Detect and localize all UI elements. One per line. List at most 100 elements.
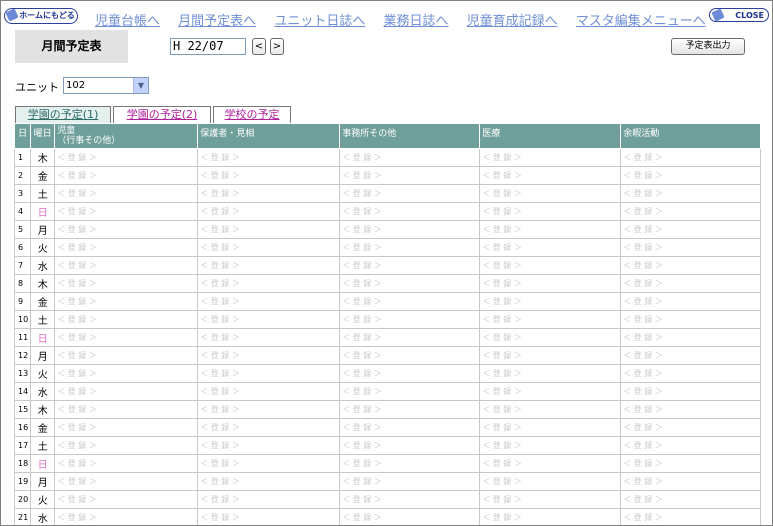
register-link[interactable]: ＜ 登 録 ＞ [342,315,382,324]
register-link[interactable]: ＜ 登 録 ＞ [200,189,240,198]
register-link[interactable]: ＜ 登 録 ＞ [57,171,97,180]
register-link[interactable]: ＜ 登 録 ＞ [342,351,382,360]
register-link[interactable]: ＜ 登 録 ＞ [623,333,663,342]
chevron-down-icon[interactable]: ▼ [133,78,148,93]
register-link[interactable]: ＜ 登 録 ＞ [57,477,97,486]
register-link[interactable]: ＜ 登 録 ＞ [342,189,382,198]
register-link[interactable]: ＜ 登 録 ＞ [342,333,382,342]
register-link[interactable]: ＜ 登 録 ＞ [482,369,522,378]
register-link[interactable]: ＜ 登 録 ＞ [482,405,522,414]
next-month-button[interactable]: > [270,38,284,55]
register-link[interactable]: ＜ 登 録 ＞ [342,279,382,288]
register-link[interactable]: ＜ 登 録 ＞ [200,405,240,414]
register-link[interactable]: ＜ 登 録 ＞ [342,369,382,378]
register-link[interactable]: ＜ 登 録 ＞ [57,513,97,522]
home-button[interactable]: ホームにもどる [4,8,78,24]
register-link[interactable]: ＜ 登 録 ＞ [482,423,522,432]
nav-link-monthly-schedule[interactable]: 月間予定表へ [178,14,256,29]
print-schedule-button[interactable]: 予定表出力 [671,38,745,55]
register-link[interactable]: ＜ 登 録 ＞ [342,297,382,306]
register-link[interactable]: ＜ 登 録 ＞ [623,441,663,450]
register-link[interactable]: ＜ 登 録 ＞ [200,243,240,252]
register-link[interactable]: ＜ 登 録 ＞ [200,261,240,270]
register-link[interactable]: ＜ 登 録 ＞ [57,333,97,342]
register-link[interactable]: ＜ 登 録 ＞ [200,171,240,180]
register-link[interactable]: ＜ 登 録 ＞ [200,477,240,486]
register-link[interactable]: ＜ 登 録 ＞ [623,423,663,432]
register-link[interactable]: ＜ 登 録 ＞ [342,477,382,486]
register-link[interactable]: ＜ 登 録 ＞ [57,441,97,450]
register-link[interactable]: ＜ 登 録 ＞ [57,405,97,414]
register-link[interactable]: ＜ 登 録 ＞ [623,477,663,486]
register-link[interactable]: ＜ 登 録 ＞ [342,423,382,432]
period-field[interactable]: H 22/07 [170,38,246,55]
register-link[interactable]: ＜ 登 録 ＞ [482,207,522,216]
register-link[interactable]: ＜ 登 録 ＞ [623,243,663,252]
register-link[interactable]: ＜ 登 録 ＞ [200,351,240,360]
register-link[interactable]: ＜ 登 録 ＞ [482,297,522,306]
register-link[interactable]: ＜ 登 録 ＞ [57,387,97,396]
register-link[interactable]: ＜ 登 録 ＞ [200,207,240,216]
register-link[interactable]: ＜ 登 録 ＞ [200,333,240,342]
register-link[interactable]: ＜ 登 録 ＞ [623,297,663,306]
unit-select[interactable]: 102 ▼ [63,77,149,94]
register-link[interactable]: ＜ 登 録 ＞ [482,261,522,270]
register-link[interactable]: ＜ 登 録 ＞ [57,261,97,270]
tab-school-schedule-2[interactable]: 学園の予定(2) [113,106,211,123]
register-link[interactable]: ＜ 登 録 ＞ [623,315,663,324]
register-link[interactable]: ＜ 登 録 ＞ [57,459,97,468]
register-link[interactable]: ＜ 登 録 ＞ [200,387,240,396]
register-link[interactable]: ＜ 登 録 ＞ [200,297,240,306]
register-link[interactable]: ＜ 登 録 ＞ [623,495,663,504]
register-link[interactable]: ＜ 登 録 ＞ [342,207,382,216]
register-link[interactable]: ＜ 登 録 ＞ [57,243,97,252]
register-link[interactable]: ＜ 登 録 ＞ [342,153,382,162]
register-link[interactable]: ＜ 登 録 ＞ [623,207,663,216]
register-link[interactable]: ＜ 登 録 ＞ [623,153,663,162]
register-link[interactable]: ＜ 登 録 ＞ [482,477,522,486]
register-link[interactable]: ＜ 登 録 ＞ [623,225,663,234]
register-link[interactable]: ＜ 登 録 ＞ [200,153,240,162]
register-link[interactable]: ＜ 登 録 ＞ [623,279,663,288]
register-link[interactable]: ＜ 登 録 ＞ [57,207,97,216]
register-link[interactable]: ＜ 登 録 ＞ [482,189,522,198]
register-link[interactable]: ＜ 登 録 ＞ [342,459,382,468]
register-link[interactable]: ＜ 登 録 ＞ [200,513,240,522]
register-link[interactable]: ＜ 登 録 ＞ [57,351,97,360]
register-link[interactable]: ＜ 登 録 ＞ [482,351,522,360]
nav-link-master-menu[interactable]: マスタ編集メニューへ [576,14,706,29]
register-link[interactable]: ＜ 登 録 ＞ [482,495,522,504]
register-link[interactable]: ＜ 登 録 ＞ [57,369,97,378]
register-link[interactable]: ＜ 登 録 ＞ [482,459,522,468]
register-link[interactable]: ＜ 登 録 ＞ [57,495,97,504]
register-link[interactable]: ＜ 登 録 ＞ [342,243,382,252]
register-link[interactable]: ＜ 登 録 ＞ [482,333,522,342]
register-link[interactable]: ＜ 登 録 ＞ [342,513,382,522]
nav-link-unit-diary[interactable]: ユニット日誌へ [274,14,365,29]
register-link[interactable]: ＜ 登 録 ＞ [482,225,522,234]
register-link[interactable]: ＜ 登 録 ＞ [200,315,240,324]
nav-link-growth-record[interactable]: 児童育成記録へ [467,14,558,29]
register-link[interactable]: ＜ 登 録 ＞ [200,225,240,234]
nav-link-child-register[interactable]: 児童台帳へ [95,14,160,29]
prev-month-button[interactable]: < [252,38,266,55]
register-link[interactable]: ＜ 登 録 ＞ [623,189,663,198]
register-link[interactable]: ＜ 登 録 ＞ [623,405,663,414]
register-link[interactable]: ＜ 登 録 ＞ [482,315,522,324]
register-link[interactable]: ＜ 登 録 ＞ [200,369,240,378]
register-link[interactable]: ＜ 登 録 ＞ [623,387,663,396]
register-link[interactable]: ＜ 登 録 ＞ [342,441,382,450]
register-link[interactable]: ＜ 登 録 ＞ [342,171,382,180]
register-link[interactable]: ＜ 登 録 ＞ [623,369,663,378]
register-link[interactable]: ＜ 登 録 ＞ [623,351,663,360]
register-link[interactable]: ＜ 登 録 ＞ [200,441,240,450]
close-button[interactable]: CLOSE [709,8,769,22]
register-link[interactable]: ＜ 登 録 ＞ [200,423,240,432]
tab-school-external[interactable]: 学校の予定 [213,106,291,123]
register-link[interactable]: ＜ 登 録 ＞ [57,225,97,234]
register-link[interactable]: ＜ 登 録 ＞ [57,153,97,162]
register-link[interactable]: ＜ 登 録 ＞ [342,405,382,414]
register-link[interactable]: ＜ 登 録 ＞ [623,261,663,270]
register-link[interactable]: ＜ 登 録 ＞ [57,315,97,324]
register-link[interactable]: ＜ 登 録 ＞ [342,225,382,234]
